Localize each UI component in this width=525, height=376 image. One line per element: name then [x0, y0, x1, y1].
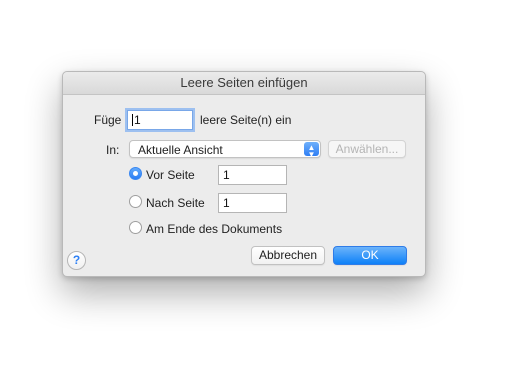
view-popup-button[interactable]: Aktuelle Ansicht ▲ ▼ — [129, 140, 321, 159]
help-icon[interactable]: ? — [67, 251, 86, 270]
page-count-value: 1 — [134, 113, 141, 127]
text-caret — [132, 114, 133, 126]
in-label: In: — [106, 143, 120, 157]
page-count-field[interactable]: 1 — [127, 110, 193, 130]
chevron-up-down-icon: ▲ ▼ — [304, 142, 319, 159]
radio-end-of-document[interactable] — [129, 221, 142, 234]
choose-button[interactable]: Anwählen... — [328, 140, 406, 158]
insert-prefix-label: Füge — [94, 113, 122, 127]
radio-before-page[interactable] — [129, 167, 142, 180]
radio-after-page[interactable] — [129, 195, 142, 208]
radio-after-page-label: Nach Seite — [146, 196, 205, 210]
cancel-button[interactable]: Abbrechen — [251, 246, 325, 265]
after-page-field[interactable]: 1 — [218, 193, 287, 213]
before-page-field[interactable]: 1 — [218, 165, 287, 185]
ok-button[interactable]: OK — [333, 246, 407, 265]
dialog-title: Leere Seiten einfügen — [63, 72, 425, 95]
insert-suffix-label: leere Seite(n) ein — [200, 113, 292, 127]
radio-before-page-label: Vor Seite — [146, 168, 195, 182]
view-popup-selected: Aktuelle Ansicht — [138, 143, 223, 157]
radio-end-of-document-label: Am Ende des Dokuments — [146, 222, 283, 236]
insert-blank-pages-dialog: Leere Seiten einfügen Füge 1 leere Seite… — [62, 71, 426, 277]
